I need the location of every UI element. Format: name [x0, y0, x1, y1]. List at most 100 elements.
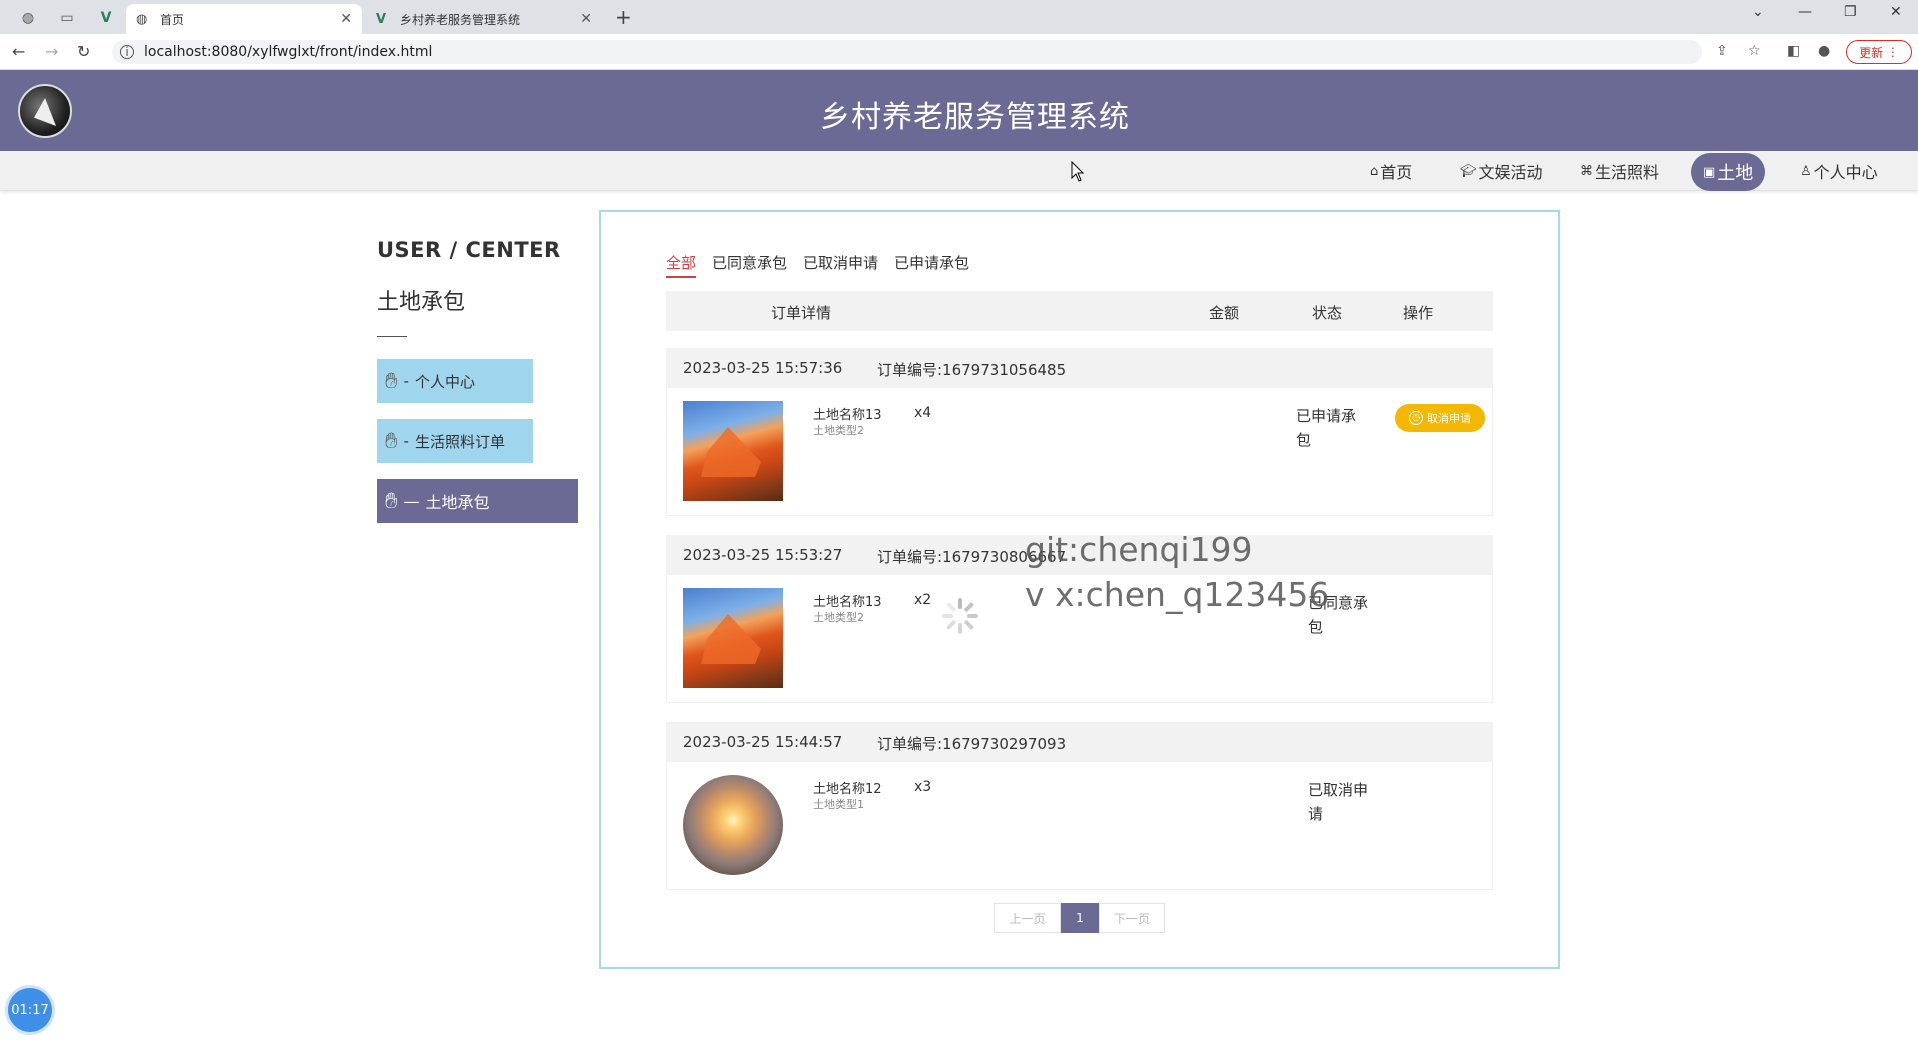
nav-user-center[interactable]: ♙ 个人中心: [1800, 159, 1878, 183]
forward-icon[interactable]: →: [45, 42, 58, 61]
graduation-cap-icon: 🎓︎: [1460, 163, 1477, 179]
browser-tab-home[interactable]: ◍ 首页 ✕: [126, 4, 362, 34]
tab-title: 乡村养老服务管理系统: [400, 12, 521, 27]
gamepad-icon: ⌘: [1580, 163, 1593, 179]
vue-icon: V: [376, 11, 387, 27]
update-label: 更新: [1859, 45, 1884, 60]
gift-icon: ▣: [1703, 164, 1716, 180]
new-tab-button[interactable]: +: [615, 5, 632, 29]
order-header: 2023-03-25 15:57:36 订单编号:1679731056485: [666, 348, 1493, 388]
item-prefix: -: [403, 372, 409, 390]
sidebar-item-label: 个人中心: [414, 372, 475, 391]
nav-entertainment[interactable]: 🎓︎ 文娱活动: [1460, 159, 1543, 183]
globe-icon: ◍: [136, 11, 148, 27]
sidebar-item-land-contract[interactable]: ✋︎ — 土地承包: [377, 479, 578, 523]
filter-approved[interactable]: 已同意承包: [712, 252, 787, 278]
order-datetime: 2023-03-25 15:53:27: [683, 546, 843, 564]
land-thumbnail[interactable]: [683, 775, 783, 875]
item-prefix: -: [403, 432, 409, 450]
land-type: 土地类型2: [813, 611, 864, 624]
tab-title: 首页: [160, 12, 185, 27]
nav-home[interactable]: ⌂ 首页: [1370, 159, 1412, 183]
order-header: 2023-03-25 15:44:57 订单编号:1679730297093: [666, 722, 1493, 762]
order-datetime: 2023-03-25 15:57:36: [683, 359, 843, 377]
close-tab-icon[interactable]: ✕: [580, 11, 592, 27]
watermark-line: git:chenqi199: [1025, 530, 1253, 569]
close-window-icon[interactable]: ✕: [1890, 4, 1902, 20]
sidebar-item-user-center[interactable]: ✋︎ - 个人中心: [377, 359, 533, 403]
order-status: 已取消申请: [1308, 781, 1369, 823]
hand-icon: ✋︎: [385, 488, 398, 514]
filter-cancelled[interactable]: 已取消申请: [803, 252, 878, 278]
pagination: 上一页 1 下一页: [994, 903, 1165, 933]
next-page-button[interactable]: 下一页: [1099, 903, 1165, 933]
order-status: 已申请承包: [1296, 407, 1357, 449]
clock-icon: ◷: [1409, 411, 1423, 425]
order-number: 订单编号:1679730297093: [877, 735, 1067, 753]
pinned-tab-globe-icon[interactable]: ◍: [14, 6, 42, 30]
land-name: 土地名称13: [813, 595, 882, 610]
close-tab-icon[interactable]: ✕: [340, 11, 352, 27]
order-item: 土地名称12 土地类型1 x3 已取消申请: [666, 762, 1493, 890]
reload-icon[interactable]: ↻: [77, 42, 90, 61]
bookmark-star-icon[interactable]: ☆: [1748, 43, 1761, 59]
order-number: 订单编号:1679731056485: [877, 361, 1067, 379]
sidebar-item-life-care-orders[interactable]: ✋︎ - 生活照料订单: [377, 419, 533, 463]
browser-tab-system[interactable]: V 乡村养老服务管理系统 ✕: [366, 4, 602, 34]
land-type: 土地类型2: [813, 424, 864, 437]
home-icon: ⌂: [1370, 163, 1379, 179]
nav-label: 个人中心: [1813, 163, 1878, 182]
restore-icon[interactable]: ❐: [1844, 4, 1857, 20]
cancel-label: 取消申请: [1427, 412, 1471, 425]
sidebar-title: USER / CENTER: [377, 238, 561, 262]
sidebar-subtitle: 土地承包: [377, 290, 466, 315]
mouse-cursor-icon: [1071, 161, 1085, 182]
land-type: 土地类型1: [813, 798, 864, 811]
order-quantity: x2: [914, 592, 932, 608]
land-thumbnail[interactable]: [683, 588, 783, 688]
user-icon: ♙: [1800, 163, 1812, 179]
filter-all[interactable]: 全部: [666, 252, 697, 278]
site-header: 乡村养老服务管理系统: [0, 70, 1918, 151]
nav-label: 土地: [1717, 163, 1754, 184]
site-info-icon[interactable]: i: [120, 45, 134, 59]
url-field[interactable]: i localhost:8080/xylfwglxt/front/index.h…: [112, 40, 1702, 64]
status-filter-tabs: 全部 已同意承包 已取消申请 已申请承包: [666, 252, 969, 278]
land-name: 土地名称13: [813, 408, 882, 423]
cancel-application-button[interactable]: ◷ 取消申请: [1395, 404, 1485, 432]
pinned-tab-vue-icon[interactable]: V: [92, 6, 120, 30]
side-panel-icon[interactable]: ◧: [1787, 43, 1800, 59]
browser-tab-bar: ◍ ▭ V ◍ 首页 ✕ V 乡村养老服务管理系统 ✕ + ⌄ — ❐ ✕: [0, 0, 1918, 34]
land-name: 土地名称12: [813, 782, 882, 797]
item-prefix: —: [403, 491, 420, 511]
order-quantity: x3: [914, 779, 932, 795]
tab-search-icon[interactable]: ⌄: [1752, 4, 1764, 20]
address-toolbar: ← → ↻ i localhost:8080/xylfwglxt/front/i…: [0, 34, 1918, 70]
update-button[interactable]: 更新 ⋮: [1846, 40, 1912, 64]
land-thumbnail[interactable]: [683, 401, 783, 501]
sidebar-item-label: 土地承包: [425, 493, 490, 512]
header-detail: 订单详情: [771, 304, 832, 322]
url-text: localhost:8080/xylfwglxt/front/index.htm…: [144, 44, 433, 60]
filter-applied[interactable]: 已申请承包: [894, 252, 969, 278]
main-nav: ⌂ 首页 🎓︎ 文娱活动 ⌘ 生活照料 ▣ 土地 ♙ 个人中心: [0, 151, 1918, 191]
header-status: 状态: [1312, 304, 1343, 322]
site-title: 乡村养老服务管理系统: [820, 100, 1130, 135]
order-datetime: 2023-03-25 15:44:57: [683, 733, 843, 751]
hand-icon: ✋︎: [385, 428, 398, 454]
current-page-button[interactable]: 1: [1061, 903, 1099, 933]
orders-table-header: 订单详情 金额 状态 操作: [666, 291, 1493, 331]
loading-spinner-icon: [942, 598, 978, 634]
recording-timer: 01:17: [8, 988, 52, 1032]
order-item: 土地名称13 土地类型2 x4 已申请承包 ◷ 取消申请: [666, 388, 1493, 516]
share-icon[interactable]: ⇪: [1716, 43, 1728, 59]
sidebar-item-label: 生活照料订单: [414, 432, 505, 451]
nav-land[interactable]: ▣ 土地: [1691, 153, 1766, 191]
pinned-tab-blank-icon[interactable]: ▭: [53, 6, 81, 30]
nav-life-care[interactable]: ⌘ 生活照料: [1580, 159, 1659, 183]
nav-label: 首页: [1380, 163, 1413, 182]
minimize-icon[interactable]: —: [1798, 4, 1812, 20]
back-icon[interactable]: ←: [12, 42, 25, 61]
profile-icon[interactable]: ●: [1818, 43, 1830, 59]
prev-page-button[interactable]: 上一页: [994, 903, 1061, 933]
